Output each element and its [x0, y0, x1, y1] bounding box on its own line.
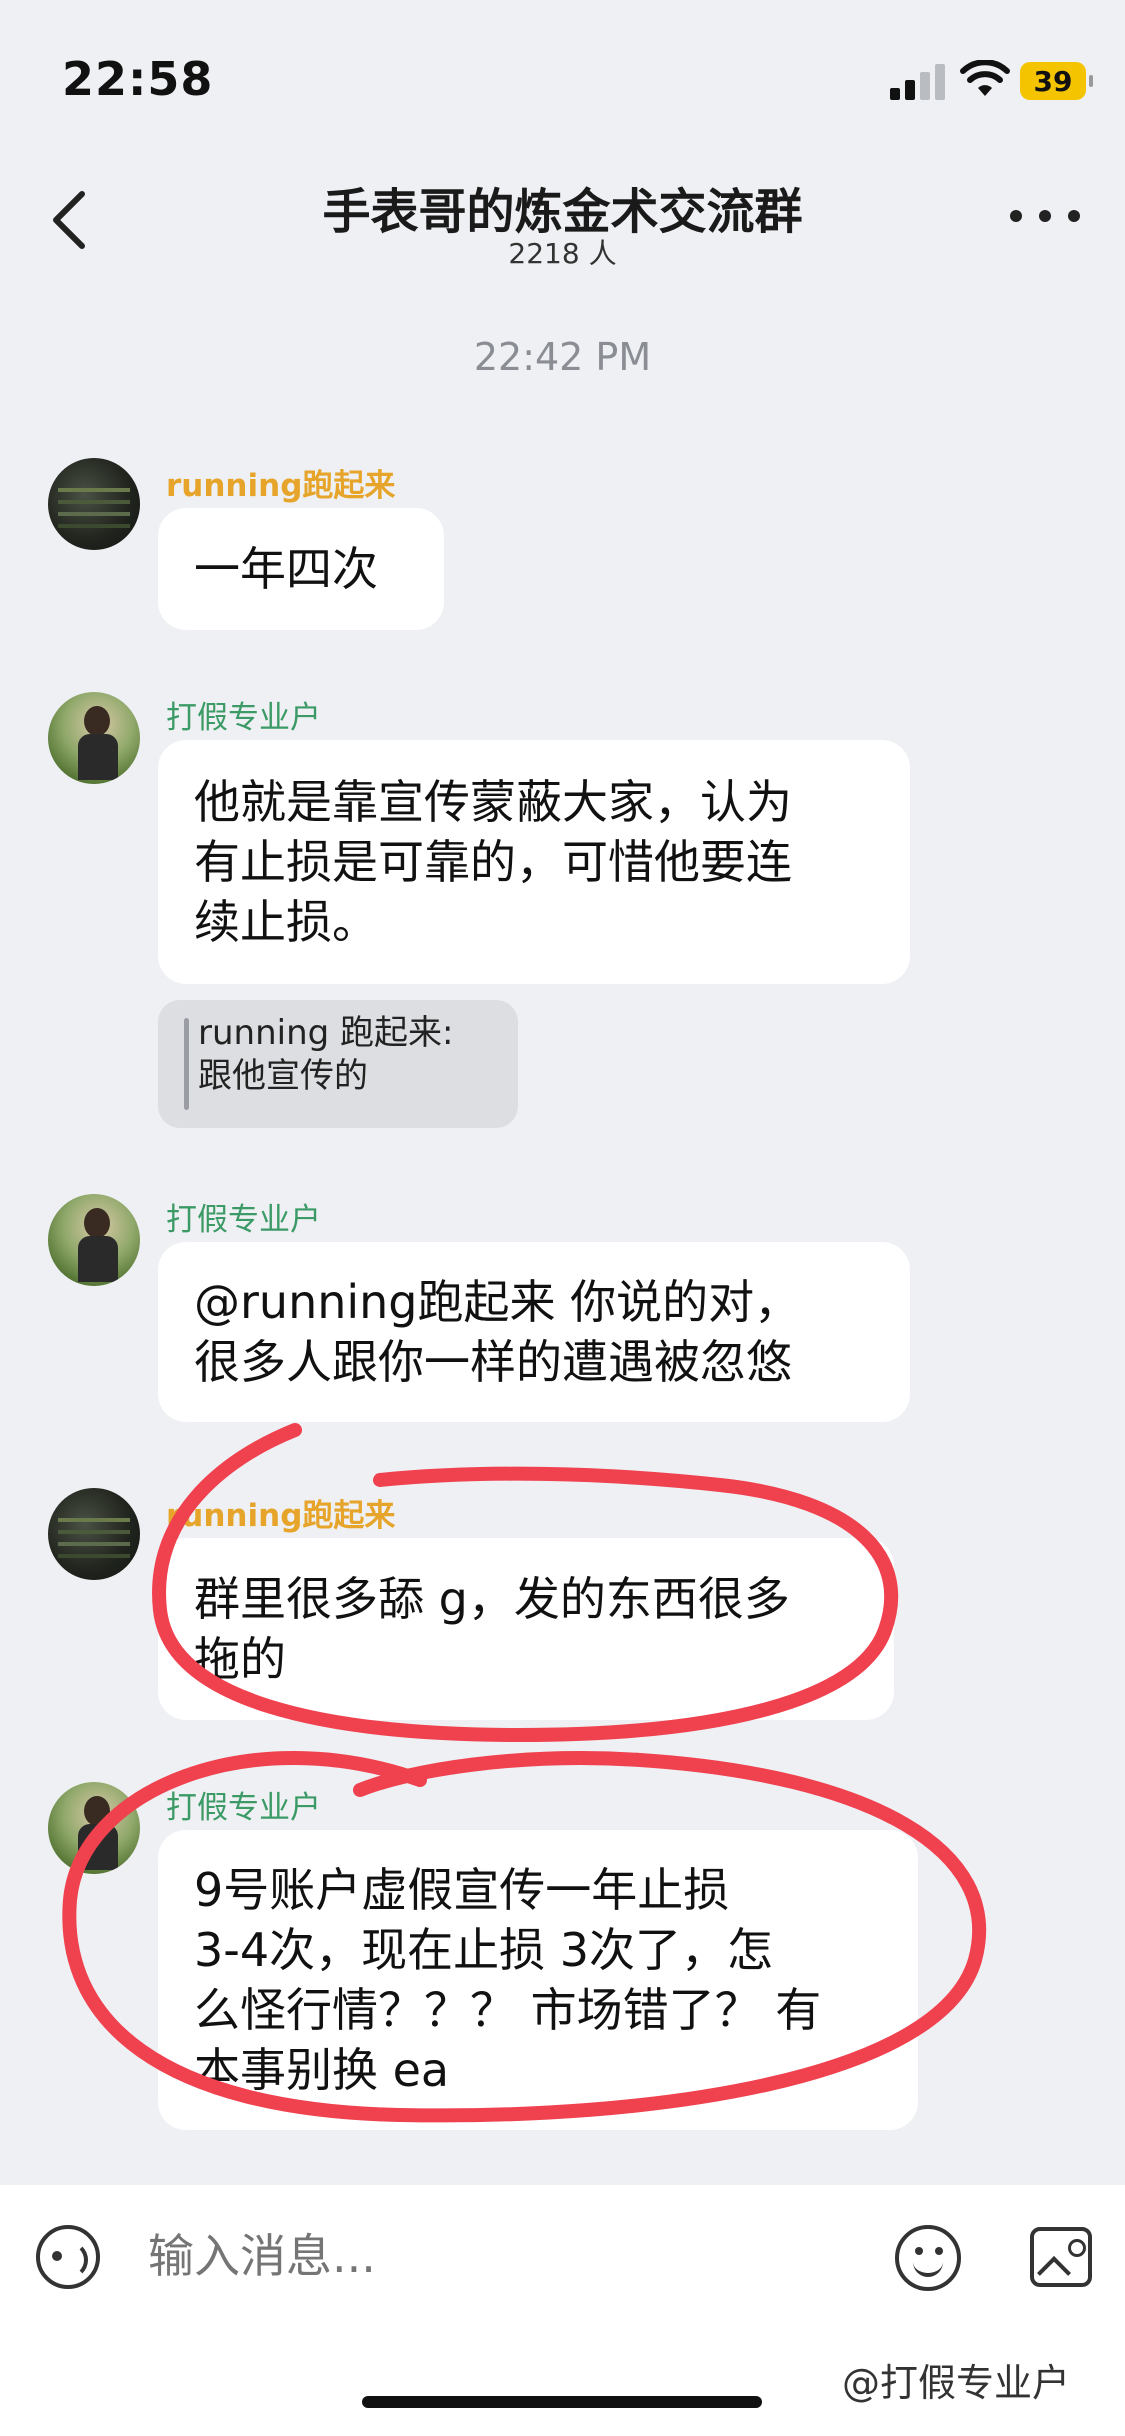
chat-header: 手表哥的炼金术交流群 2218 人 — [0, 150, 1125, 290]
message-bubble[interactable]: @running跑起来 你说的对， 很多人跟你一样的遭遇被忽悠 — [158, 1242, 910, 1422]
battery-icon: 39 — [1020, 62, 1093, 100]
avatar[interactable] — [48, 1782, 140, 1874]
voice-icon[interactable] — [36, 2225, 100, 2289]
message-text-line: 9号账户虚假宣传一年止损 — [194, 1863, 730, 1917]
emoji-icon[interactable] — [895, 2225, 961, 2291]
sender-name: running跑起来 — [166, 468, 396, 504]
avatar[interactable] — [48, 1488, 140, 1580]
sender-name: 打假专业户 — [166, 1202, 321, 1238]
message-text-line: 么怪行情？？？ 市场错了？ 有 — [194, 1983, 822, 2037]
message-text-line: 有止损是可靠的，可惜他要连 — [194, 835, 792, 889]
quote-line: running 跑起来: — [198, 1013, 454, 1053]
message-text-line: @running跑起来 你说的对， — [194, 1275, 801, 1329]
sender-name: 打假专业户 — [166, 1790, 321, 1826]
message-text-line: 本事别换 ea — [194, 2043, 450, 2097]
message-bubble[interactable]: 一年四次 — [158, 508, 444, 630]
watermark: @打假专业户 — [842, 2361, 1071, 2405]
message-text-line: 续止损。 — [194, 895, 378, 949]
message-bubble[interactable]: 群里很多舔 g，发的东西很多 拖的 — [158, 1538, 894, 1720]
message-text-line: 拖的 — [194, 1632, 286, 1686]
image-icon[interactable] — [1030, 2227, 1092, 2287]
avatar[interactable] — [48, 1194, 140, 1286]
avatar[interactable] — [48, 692, 140, 784]
message-text-line: 3-4次，现在止损 3次了，怎 — [194, 1923, 774, 1977]
wifi-icon — [960, 60, 1010, 96]
message-text-line: 他就是靠宣传蒙蔽大家，认为 — [194, 775, 792, 829]
message-bubble[interactable]: 9号账户虚假宣传一年止损 3-4次，现在止损 3次了，怎 么怪行情？？？ 市场错… — [158, 1830, 918, 2130]
sender-name: 打假专业户 — [166, 700, 321, 736]
cellular-signal-icon — [890, 64, 946, 100]
home-indicator — [362, 2396, 762, 2408]
message-text-line: 很多人跟你一样的遭遇被忽悠 — [194, 1335, 792, 1389]
message-input[interactable] — [148, 2229, 848, 2283]
more-options-icon[interactable] — [1010, 210, 1080, 230]
status-time: 22:58 — [62, 52, 214, 106]
message-bubble[interactable]: 他就是靠宣传蒙蔽大家，认为 有止损是可靠的，可惜他要连 续止损。 — [158, 740, 910, 984]
quoted-reply[interactable]: running 跑起来: 跟他宣传的 — [158, 1000, 518, 1128]
chat-timestamp: 22:42 PM — [473, 335, 652, 379]
avatar[interactable] — [48, 458, 140, 550]
quote-line: 跟他宣传的 — [198, 1056, 368, 1096]
sender-name: running跑起来 — [166, 1498, 396, 1534]
member-count: 2218 人 — [508, 237, 617, 270]
message-text-line: 群里很多舔 g，发的东西很多 — [194, 1572, 790, 1626]
status-bar: 22:58 39 — [0, 0, 1125, 150]
message-text: 一年四次 — [194, 542, 378, 596]
